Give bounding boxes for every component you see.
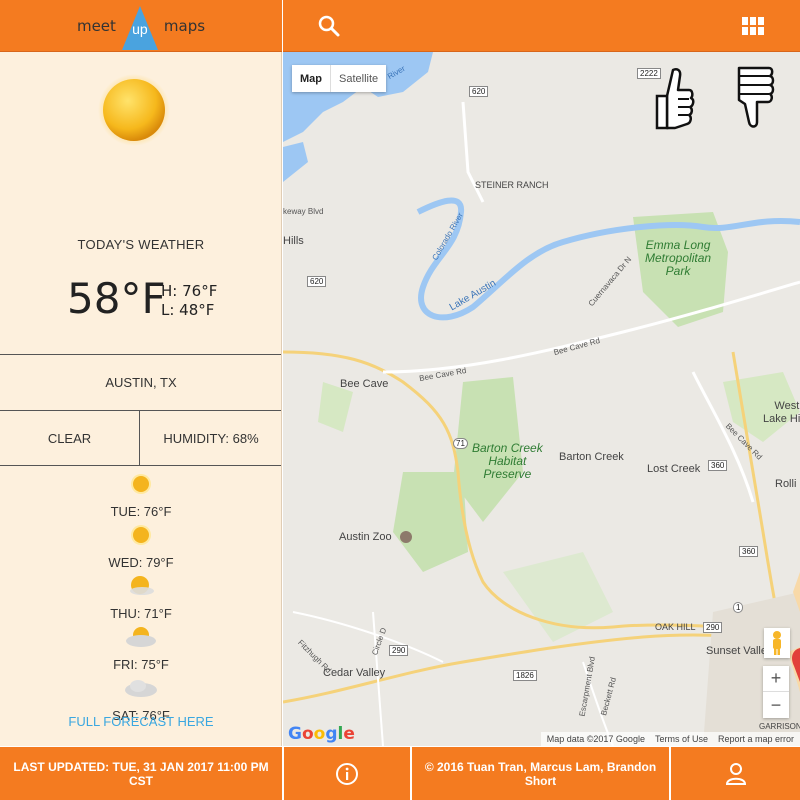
map-label-oak-hill: OAK HILL [655, 622, 696, 632]
zoom-in-button[interactable]: + [763, 666, 789, 692]
map-label-lost-creek: Lost Creek [647, 463, 701, 475]
header-logo-bar: meet up maps [0, 0, 282, 52]
last-updated: LAST UPDATED: TUE, 31 JAN 2017 11:00 PM … [0, 747, 282, 800]
app-logo[interactable]: meet up maps [71, 4, 211, 50]
map-type-map-button[interactable]: Map [292, 65, 331, 92]
highway-shield: 360 [739, 546, 759, 557]
map-label-sunset-valley: Sunset Valle [706, 645, 767, 657]
report-map-error-link[interactable]: Report a map error [718, 734, 794, 744]
zoo-marker-icon[interactable] [400, 531, 412, 543]
logo-word-meet: meet [76, 16, 116, 35]
high-low: H: 76°F L: 48°F [161, 282, 217, 320]
search-icon[interactable] [317, 14, 341, 38]
sun-icon [130, 473, 152, 500]
app-root: meet up maps TODAY'S WEATHER 58°F H: 76°… [0, 0, 800, 800]
highway-shield: 620 [469, 86, 489, 97]
thumbs-down-icon[interactable] [733, 64, 775, 135]
location-pin-icon[interactable] [790, 648, 800, 693]
map-type-satellite-button[interactable]: Satellite [331, 65, 386, 92]
google-logo: Google [288, 724, 355, 744]
thumbs-up-icon[interactable] [655, 66, 695, 137]
info-icon [336, 762, 358, 785]
highway-shield: 1826 [513, 670, 537, 681]
terms-of-use-link[interactable]: Terms of Use [655, 734, 708, 744]
zoom-out-button[interactable]: − [763, 692, 789, 718]
map-label-rollingwood: Rolli [775, 478, 797, 490]
weather-sidebar: TODAY'S WEATHER 58°F H: 76°F L: 48°F AUS… [0, 52, 282, 746]
map-label-emma-long-park: Emma Long Metropolitan Park [645, 238, 712, 278]
highway-shield: 290 [703, 622, 723, 633]
header-toolbar [283, 0, 800, 52]
map-label-barton-creek: Barton Creek [559, 451, 624, 463]
map-label-bee-cave: Bee Cave [340, 378, 389, 390]
high-temp: H: 76°F [161, 282, 218, 300]
map-label-west-lake-hills: West Lake Hills [763, 400, 800, 425]
cloud-icon [123, 678, 159, 703]
copyright: © 2016 Tuan Tran, Marcus Lam, Brandon Sh… [412, 747, 670, 800]
map-label-barton-creek-preserve: Barton Creek Habitat Preserve [472, 441, 543, 481]
user-icon [725, 762, 746, 785]
weather-heading: TODAY'S WEATHER [77, 237, 205, 252]
current-temperature: 58°F [67, 274, 166, 323]
forecast-thu: THU: 71°F [110, 606, 172, 621]
city-name: AUSTIN, TX [105, 375, 177, 390]
condition-text: CLEAR [47, 430, 92, 446]
account-button[interactable] [671, 747, 800, 800]
humidity-cell: HUMIDITY: 68% [140, 411, 281, 465]
zoom-control: + − [763, 666, 789, 718]
humidity-text: HUMIDITY: 68% [163, 430, 259, 446]
condition-cell: CLEAR [0, 411, 140, 465]
forecast-tue: TUE: 76°F [110, 504, 172, 519]
map-canvas [283, 52, 800, 746]
highway-shield: 71 [453, 438, 468, 449]
map-view[interactable]: Map Satellite STEINER RANCH Emma Long Me… [283, 52, 800, 746]
map-label-garrison-park: GARRISON P [759, 722, 800, 731]
logo-word-up: up [132, 20, 148, 37]
info-button[interactable] [283, 747, 411, 800]
map-attribution: Map data ©2017 Google Terms of Use Repor… [540, 732, 800, 746]
map-label-steiner-ranch: STEINER RANCH [475, 180, 549, 190]
logo-pin-icon: up [120, 4, 160, 50]
forecast-fri: FRI: 75°F [113, 657, 169, 672]
city-row: AUSTIN, TX [0, 354, 281, 410]
sun-icon [98, 74, 170, 151]
logo-word-maps: maps [163, 16, 206, 35]
highway-shield: 290 [389, 645, 409, 656]
forecast-wed: WED: 79°F [108, 555, 174, 570]
grid-menu-icon[interactable] [742, 17, 764, 35]
partly-cloudy-icon [126, 574, 156, 603]
full-forecast-link[interactable]: FULL FORECAST HERE [0, 714, 281, 729]
street-view-pegman-icon[interactable] [764, 628, 790, 658]
map-data-credit: Map data ©2017 Google [546, 734, 645, 744]
map-label-keway-blvd: keway Blvd [283, 207, 324, 216]
highway-shield: 360 [708, 460, 728, 471]
low-temp: L: 48°F [161, 301, 215, 319]
sun-icon [130, 524, 152, 551]
map-label-austin-zoo: Austin Zoo [339, 531, 392, 543]
highway-shield: 620 [307, 276, 327, 287]
condition-row: CLEAR HUMIDITY: 68% [0, 410, 281, 466]
partly-cloudy-icon [124, 625, 158, 654]
map-type-control: Map Satellite [292, 65, 387, 92]
map-label-hills: Hills [283, 235, 304, 247]
